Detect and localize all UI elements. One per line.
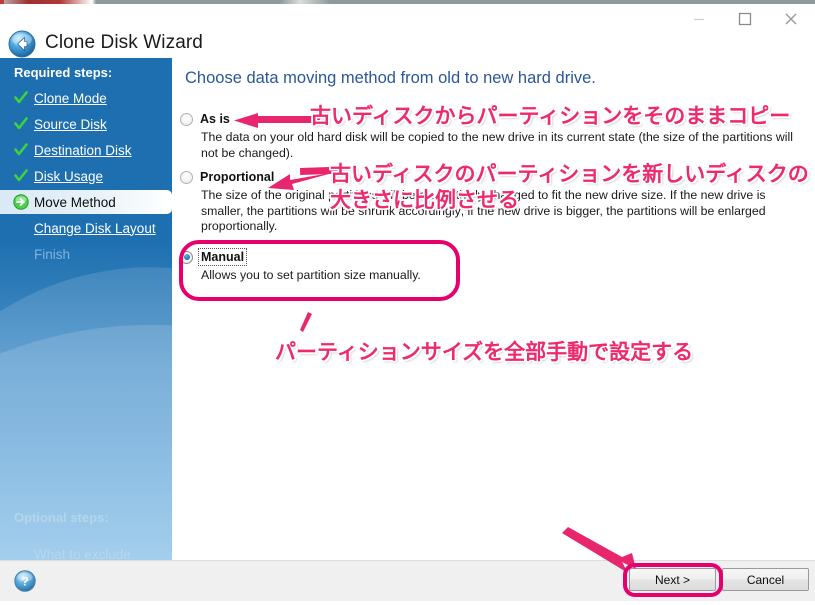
cancel-button[interactable]: Cancel [722,568,809,591]
option-as-is-description: The data on your old hard disk will be c… [201,130,793,160]
svg-text:?: ? [21,574,28,588]
option-manual-description: Allows you to set partition size manuall… [201,268,421,282]
sidebar-item-label: What to exclude [34,546,131,561]
window-titlebar: Clone Disk Wizard [0,4,815,58]
radio-proportional[interactable] [180,170,193,184]
sidebar-item-label: Source Disk [34,116,107,132]
sidebar-item-label: Clone Mode [34,90,107,106]
option-manual-row[interactable]: Manual [180,248,440,266]
check-icon [8,91,34,105]
option-manual-label: Manual [197,248,248,266]
required-steps-label: Required steps: [14,65,113,80]
sidebar-item-label: Change Disk Layout [34,220,156,236]
option-proportional-row[interactable]: Proportional [180,168,795,186]
sidebar-item-label: Disk Usage [34,168,104,184]
sidebar-item-move-method[interactable]: Move Method [0,190,172,214]
dialog-footer: ? Next > Cancel [0,560,815,601]
maximize-icon[interactable] [722,4,768,34]
radio-as-is[interactable] [180,112,193,126]
next-button-label: Next > [654,572,690,587]
back-arrow-icon[interactable] [8,30,36,58]
next-button[interactable]: Next > [629,568,716,591]
sidebar-item-disk-usage[interactable]: Disk Usage [0,164,172,188]
minimize-icon[interactable] [676,4,722,34]
page-title: Choose data moving method from old to ne… [185,69,596,87]
option-as-is-row[interactable]: As is [180,110,795,128]
optional-steps-label: Optional steps: [14,510,109,525]
option-proportional-description: The size of the original partitions will… [201,188,766,233]
option-proportional-label: Proportional [200,170,275,184]
sidebar-item-label: Move Method [34,194,116,210]
close-icon[interactable] [768,4,814,34]
cancel-button-label: Cancel [746,572,785,587]
window-title: Clone Disk Wizard [45,32,203,53]
option-manual[interactable]: Manual Allows you to set partition size … [180,248,440,284]
clone-disk-wizard-window: Clone Disk Wizard Required steps: Clone … [0,4,815,601]
wizard-main-panel: Choose data moving method from old to ne… [172,58,815,560]
sidebar-item-finish: Finish [0,242,172,266]
sidebar-item-change-disk-layout[interactable]: Change Disk Layout [0,216,172,240]
help-question-icon[interactable]: ? [14,570,36,592]
check-icon [8,143,34,157]
option-as-is[interactable]: As is The data on your old hard disk wil… [180,110,795,161]
sidebar-item-source-disk[interactable]: Source Disk [0,112,172,136]
radio-manual[interactable] [180,250,193,264]
check-icon [8,169,34,183]
option-proportional[interactable]: Proportional The size of the original pa… [180,168,795,235]
arrow-right-icon [8,194,34,210]
sidebar-item-label: Finish [34,246,71,262]
option-as-is-label: As is [200,112,230,126]
sidebar-item-label: Destination Disk [34,142,132,158]
sidebar-item-clone-mode[interactable]: Clone Mode [0,86,172,110]
check-icon [8,117,34,131]
sidebar-item-what-to-exclude: What to exclude [0,542,172,561]
wizard-sidebar: Required steps: Clone Mode Source Disk D… [0,58,172,560]
sidebar-item-destination-disk[interactable]: Destination Disk [0,138,172,162]
